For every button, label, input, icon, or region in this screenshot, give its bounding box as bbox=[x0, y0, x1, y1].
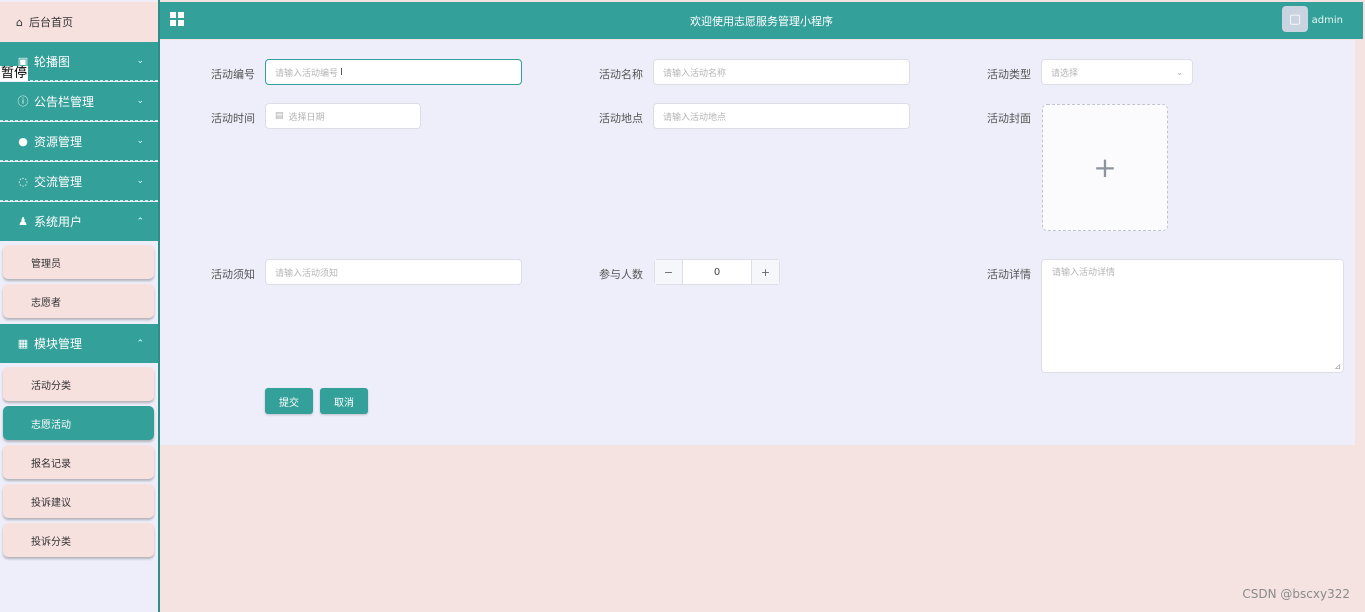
sidebar-menu-modules[interactable]: ▦ 模块管理 ⌃ bbox=[0, 324, 158, 363]
sidebar-menu-label: 资源管理 bbox=[34, 134, 83, 149]
header-title: 欢迎使用志愿服务管理小程序 bbox=[690, 15, 833, 28]
sidebar-item-volunteer[interactable]: 志愿者 bbox=[3, 284, 154, 318]
watermark: CSDN @bscxy322 bbox=[1242, 587, 1350, 601]
chevron-down-icon: ⌄ bbox=[136, 96, 144, 106]
sidebar-item-activity-category[interactable]: 活动分类 bbox=[3, 367, 154, 401]
chevron-up-icon: ⌃ bbox=[136, 338, 144, 349]
sidebar-menu-label: 轮播图 bbox=[34, 54, 71, 69]
activity-type-label: 活动类型 bbox=[987, 68, 1031, 81]
activity-no-input[interactable]: 请输入活动编号 I bbox=[265, 59, 522, 85]
sidebar-item-signup-records[interactable]: 报名记录 bbox=[3, 445, 154, 479]
bulb-icon: ● bbox=[18, 134, 28, 148]
chevron-down-icon: ⌄ bbox=[1176, 67, 1183, 77]
submit-button[interactable]: 提交 bbox=[265, 388, 313, 414]
top-header: 欢迎使用志愿服务管理小程序 ▢ admin bbox=[160, 2, 1363, 39]
sidebar-item-label: 后台首页 bbox=[28, 16, 73, 29]
activity-time-label: 活动时间 bbox=[211, 112, 255, 125]
sidebar-menu-resources[interactable]: ● 资源管理 ⌄ bbox=[0, 122, 158, 161]
chat-icon: ◌ bbox=[18, 174, 28, 188]
participants-label: 参与人数 bbox=[599, 268, 643, 281]
pause-overlay-text: 暂停 bbox=[0, 66, 29, 81]
participants-value[interactable]: 0 bbox=[683, 260, 751, 284]
activity-detail-textarea[interactable]: 请输入活动详情 ⊿ bbox=[1041, 259, 1344, 373]
sidebar-item-complaints[interactable]: 投诉建议 bbox=[3, 484, 154, 518]
sidebar-menu-label: 公告栏管理 bbox=[34, 94, 95, 109]
chevron-down-icon: ⌄ bbox=[136, 176, 144, 186]
chevron-down-icon: ⌄ bbox=[136, 56, 144, 66]
activity-notice-input[interactable]: 请输入活动须知 bbox=[265, 259, 522, 285]
sidebar-item-home[interactable]: ⌂ 后台首页 bbox=[0, 2, 158, 42]
sidebar-menu-label: 模块管理 bbox=[34, 337, 83, 351]
chevron-up-icon: ⌃ bbox=[136, 216, 144, 227]
resize-handle-icon[interactable]: ⊿ bbox=[1334, 362, 1341, 371]
sidebar-menu-notice[interactable]: ⓘ 公告栏管理 ⌄ bbox=[0, 82, 158, 121]
activity-type-select[interactable]: 请选择 ⌄ bbox=[1041, 59, 1193, 85]
user-icon: ♟ bbox=[18, 215, 28, 228]
activity-cover-label: 活动封面 bbox=[987, 112, 1031, 125]
cancel-button[interactable]: 取消 bbox=[320, 388, 368, 414]
sidebar-menu-label: 交流管理 bbox=[34, 174, 83, 189]
sidebar: ⌂ 后台首页 ▣ 轮播图 ⌄ ⓘ 公告栏管理 ⌄ ● 资源管理 ⌄ ◌ 交流管理… bbox=[0, 0, 160, 612]
calendar-icon: ▤ bbox=[275, 111, 284, 121]
grid-icon: ▦ bbox=[17, 337, 29, 350]
chevron-down-icon: ⌄ bbox=[136, 136, 144, 146]
minus-button[interactable]: − bbox=[655, 260, 683, 284]
plus-button[interactable]: + bbox=[751, 260, 779, 284]
sidebar-item-complaint-category[interactable]: 投诉分类 bbox=[3, 523, 154, 557]
sidebar-item-volunteer-activity[interactable]: 志愿活动 bbox=[3, 406, 154, 440]
activity-place-input[interactable]: 请输入活动地点 bbox=[653, 103, 910, 129]
text-cursor-icon: I bbox=[340, 66, 343, 78]
cover-upload[interactable]: + bbox=[1042, 104, 1168, 231]
home-icon: ⌂ bbox=[16, 15, 23, 29]
participants-stepper[interactable]: − 0 + bbox=[654, 259, 780, 285]
activity-time-picker[interactable]: ▤ 选择日期 bbox=[265, 103, 421, 129]
activity-place-label: 活动地点 bbox=[599, 112, 643, 125]
sidebar-menu-system-users[interactable]: ♟ 系统用户 ⌃ bbox=[0, 202, 158, 241]
avatar[interactable]: ▢ bbox=[1282, 6, 1308, 32]
sidebar-item-admin[interactable]: 管理员 bbox=[3, 245, 154, 279]
activity-form: 活动编号 请输入活动编号 I 活动名称 请输入活动名称 活动类型 请选择 ⌄ 活… bbox=[160, 40, 1355, 445]
sidebar-menu-communication[interactable]: ◌ 交流管理 ⌄ bbox=[0, 162, 158, 201]
sidebar-menu-label: 系统用户 bbox=[34, 215, 83, 229]
activity-name-label: 活动名称 bbox=[599, 68, 643, 81]
username[interactable]: admin bbox=[1312, 15, 1343, 26]
plus-icon: + bbox=[1093, 151, 1117, 184]
activity-notice-label: 活动须知 bbox=[211, 268, 255, 281]
activity-no-label: 活动编号 bbox=[211, 68, 255, 81]
activity-detail-label: 活动详情 bbox=[987, 268, 1031, 281]
info-icon: ⓘ bbox=[17, 95, 29, 108]
activity-name-input[interactable]: 请输入活动名称 bbox=[653, 59, 910, 85]
